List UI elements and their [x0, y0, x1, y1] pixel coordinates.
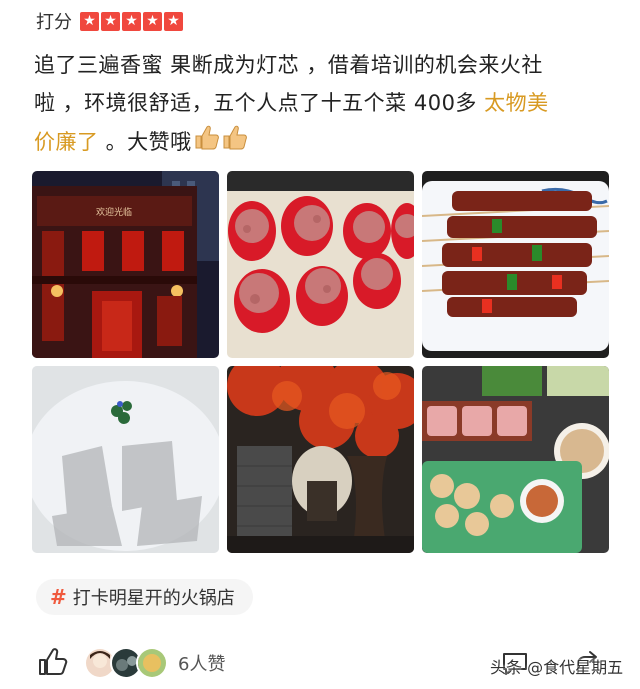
review-highlight-2: 价廉了	[34, 130, 99, 154]
hashtag-icon: #	[50, 585, 67, 609]
restaurant-facade-photo[interactable]: 欢迎光临	[32, 171, 219, 358]
watermark: 头条 @食代星期五	[490, 658, 624, 677]
topic-tag[interactable]: # 打卡明星开的火锅店	[36, 579, 253, 615]
thumbs-up-emoji-icon	[192, 122, 252, 164]
liker-avatars[interactable]	[84, 647, 168, 679]
star-icon: ★	[143, 11, 162, 31]
review-line-2: 啦 ，环境很舒适，五个人点了十五个菜 400多 太物美	[34, 84, 614, 122]
likes-count: 6人赞	[178, 654, 226, 675]
hotpot-spread-photo[interactable]	[422, 366, 609, 553]
star-icon: ★	[80, 11, 99, 31]
rating-stars: ★ ★ ★ ★ ★	[80, 11, 183, 31]
review-line-2-text: 啦 ，环境很舒适，五个人点了十五个菜 400多	[34, 91, 485, 115]
review-highlight-1: 太物美	[484, 91, 549, 115]
skewers-photo[interactable]	[422, 171, 609, 358]
avatar	[136, 647, 168, 679]
beef-balls-photo[interactable]	[227, 171, 414, 358]
action-bar: 6人赞 头条 @食代星期五	[0, 640, 640, 686]
svg-text:欢迎光临: 欢迎光临	[96, 206, 132, 218]
topic-tag-label: 打卡明星开的火锅店	[72, 588, 235, 609]
review-text: 追了三遍香蜜 果断成为灯芯 ，借着培训的机会来火社 啦 ，环境很舒适，五个人点了…	[34, 46, 614, 164]
review-line-3-text: 。大赞哦	[98, 130, 192, 154]
interior-tree-photo[interactable]	[227, 366, 414, 553]
photo-grid: 欢迎光临	[32, 171, 610, 554]
star-icon: ★	[164, 11, 183, 31]
rating-label: 打分	[36, 12, 72, 33]
review-line-3: 价廉了 。大赞哦	[34, 122, 614, 164]
tripe-photo[interactable]	[32, 366, 219, 553]
star-icon: ★	[101, 11, 120, 31]
star-icon: ★	[122, 11, 141, 31]
thumbs-up-icon[interactable]	[36, 646, 68, 678]
review-line-1: 追了三遍香蜜 果断成为灯芯 ，借着培训的机会来火社	[34, 53, 543, 77]
rating-row: 打分 ★ ★ ★ ★ ★	[36, 8, 183, 34]
